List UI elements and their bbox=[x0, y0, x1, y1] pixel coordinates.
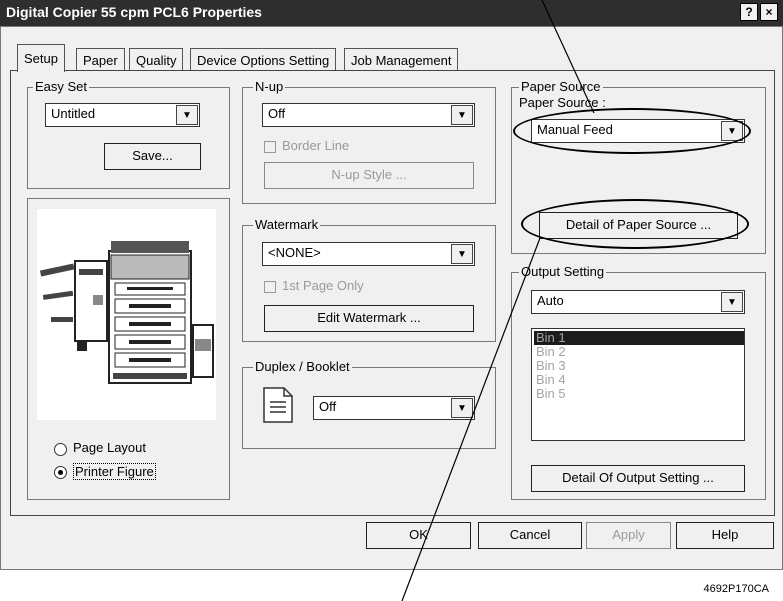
callout-lines bbox=[401, 0, 595, 601]
tab-setup[interactable]: Setup bbox=[17, 44, 65, 72]
figure-caption: 4692P170CA bbox=[703, 583, 769, 595]
callout-line-top bbox=[541, 0, 595, 114]
callout-line-bottom bbox=[401, 237, 541, 601]
